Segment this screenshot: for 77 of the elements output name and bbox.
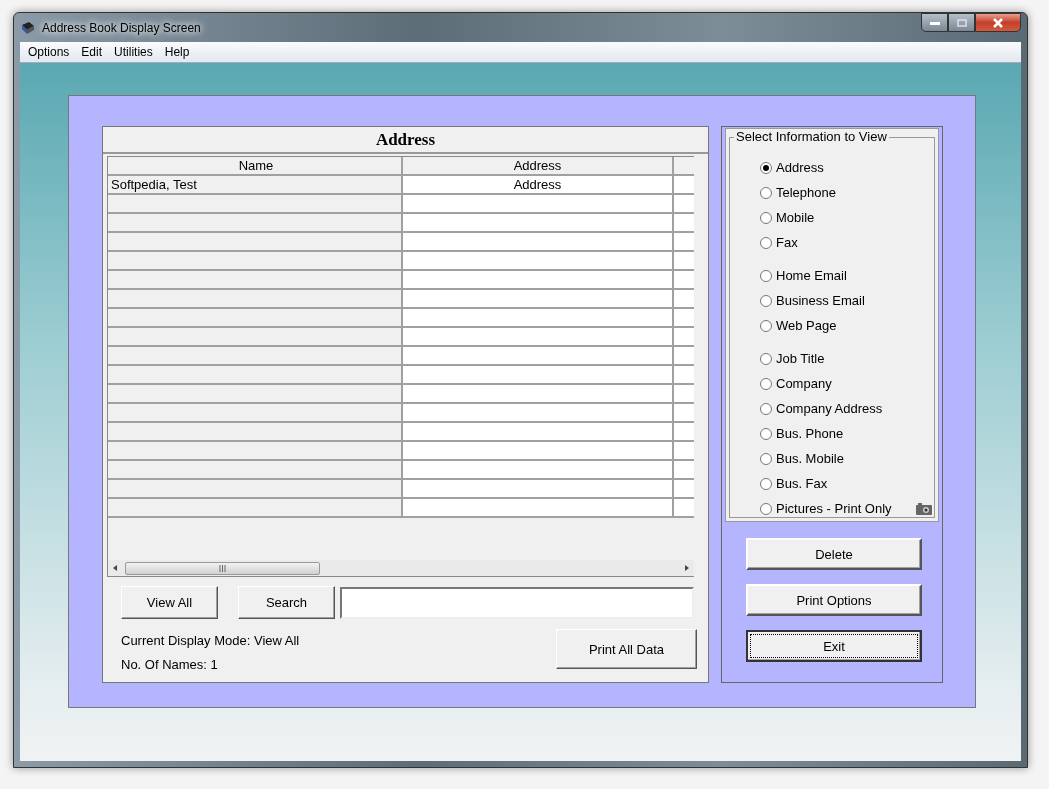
horizontal-scrollbar[interactable] [108,560,694,576]
radio-label[interactable]: Company [776,376,832,391]
table-cell [674,366,694,385]
scrollbar-thumb[interactable] [125,561,320,575]
close-icon [992,17,1004,28]
table-cell [674,499,694,518]
table-cell [674,176,694,195]
radio-label[interactable]: Business Email [776,293,865,308]
search-field[interactable] [340,586,694,619]
radio-label[interactable]: Web Page [776,318,837,333]
radio-label[interactable]: Bus. Fax [776,476,828,491]
radio-button[interactable] [760,211,772,224]
maximize-button[interactable] [948,13,975,32]
maximize-icon [956,18,967,27]
name-count-label: No. Of Names: 1 [121,657,219,672]
radio-button[interactable] [760,402,772,415]
print-all-button[interactable]: Print All Data [556,629,697,669]
camera-icon [915,502,932,515]
table-cell: Softpedia, Test [108,176,403,195]
menu-item[interactable]: Help [158,45,196,59]
radio-label[interactable]: Fax [776,235,798,250]
table-cell [674,442,694,461]
table-cell [674,328,694,347]
radio-label[interactable]: Company Address [776,401,883,416]
table-cell [674,404,694,423]
view-all-button[interactable]: View All [121,586,218,619]
table-cell [674,385,694,404]
radio-button[interactable] [760,352,772,365]
minimize-button[interactable] [921,13,948,32]
action-button[interactable]: Print Options [746,584,922,616]
table-cell [674,423,694,442]
table-cell [674,271,694,290]
table-cell [674,290,694,309]
search-button[interactable]: Search [238,586,335,619]
radio-label[interactable]: Mobile [776,210,815,225]
radio-button[interactable] [760,377,772,390]
radio-button[interactable] [760,236,772,249]
window-title: Address Book Display Screen [42,20,201,35]
radio-label[interactable]: Pictures - Print Only [776,501,892,516]
column-header[interactable]: Name [108,157,403,176]
table-cell [674,252,694,271]
menu-item[interactable]: Utilities [108,45,159,59]
radio-label[interactable]: Bus. Phone [776,426,844,441]
radio-label[interactable]: Telephone [776,185,836,200]
table-cell [674,309,694,328]
radio-button[interactable] [760,269,772,282]
radio-button[interactable] [760,161,772,174]
close-button[interactable] [975,13,1021,32]
table-cell [674,461,694,480]
radio-button[interactable] [760,502,772,515]
table-cell [674,233,694,252]
column-header[interactable]: Address [403,157,674,176]
radio-button[interactable] [760,452,772,465]
menu-item[interactable]: Edit [75,45,109,59]
table-cell [674,214,694,233]
radio-label[interactable]: Bus. Mobile [776,451,844,466]
radio-button[interactable] [760,294,772,307]
table-cell [674,480,694,499]
minimize-icon [929,20,940,25]
panel-title: Address [103,127,708,154]
table-cell [674,347,694,366]
table-cell [674,195,694,214]
grip-icon [219,564,226,572]
radio-button[interactable] [760,477,772,490]
radio-button[interactable] [760,186,772,199]
action-button[interactable]: Exit [746,630,922,662]
radio-button[interactable] [760,319,772,332]
menu-item[interactable]: Options [22,45,76,59]
radio-button[interactable] [760,427,772,440]
radio-label[interactable]: Home Email [776,268,847,283]
table-cell: Address [403,176,674,195]
radio-label[interactable]: Job Title [776,351,825,366]
radio-label[interactable]: Address [776,160,824,175]
group-title: Select Information to View [734,129,889,144]
book-icon [20,19,36,36]
action-button[interactable]: Delete [746,538,922,570]
display-mode-label: Current Display Mode: View All [121,633,300,648]
